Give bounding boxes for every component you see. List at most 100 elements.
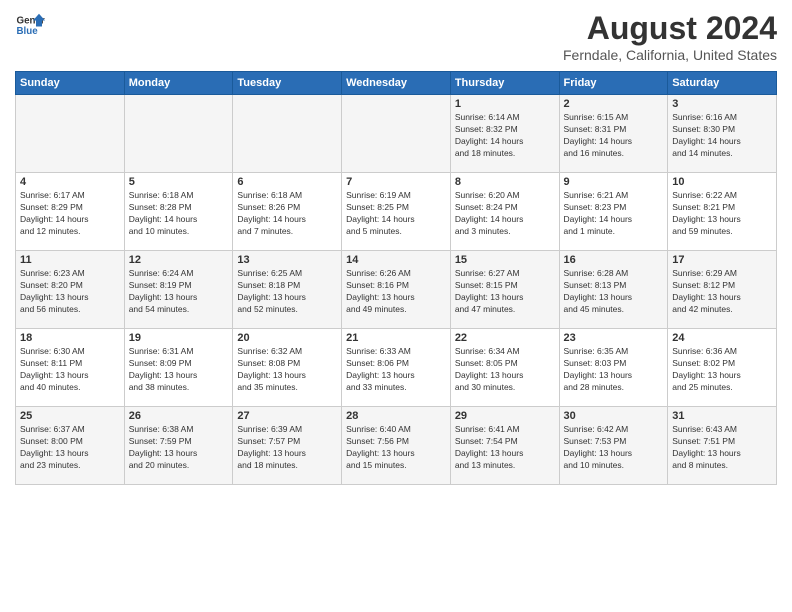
day-number: 30	[564, 410, 664, 422]
calendar-cell: 9Sunrise: 6:21 AM Sunset: 8:23 PM Daylig…	[559, 173, 668, 251]
day-of-week-header: Tuesday	[233, 72, 342, 95]
day-info: Sunrise: 6:33 AM Sunset: 8:06 PM Dayligh…	[346, 346, 446, 394]
day-info: Sunrise: 6:23 AM Sunset: 8:20 PM Dayligh…	[20, 268, 120, 316]
day-number: 18	[20, 332, 120, 344]
calendar-cell: 10 Sunrise: 6:22 AM Sunset: 8:21 PM Dayli…	[668, 173, 777, 251]
calendar-cell: 16 Sunrise: 6:28 AM Sunset: 8:13 PM Dayli…	[559, 251, 668, 329]
day-info: Sunrise: 6:35 AM Sunset: 8:03 PM Dayligh…	[564, 346, 664, 394]
day-info: Sunrise: 6:20 AM Sunset: 8:24 PM Dayligh…	[455, 190, 555, 238]
day-number: 7	[346, 176, 446, 188]
calendar-table: SundayMondayTuesdayWednesdayThursdayFrid…	[15, 71, 777, 485]
day-number: 13	[237, 254, 337, 266]
day-info: Sunrise: 6:39 AM Sunset: 7:57 PM Dayligh…	[237, 424, 337, 472]
day-number: 6	[237, 176, 337, 188]
day-number: 5	[129, 176, 229, 188]
calendar-cell: 1 Sunrise: 6:14 AM Sunset: 8:32 PM Daylig…	[450, 95, 559, 173]
day-info: Sunrise: 6:24 AM Sunset: 8:19 PM Dayligh…	[129, 268, 229, 316]
calendar-week-row: 4Sunrise: 6:17 AM Sunset: 8:29 PM Daylig…	[16, 173, 777, 251]
calendar-cell: 15 Sunrise: 6:27 AM Sunset: 8:15 PM Dayli…	[450, 251, 559, 329]
day-number: 10	[672, 176, 772, 188]
day-info: Sunrise: 6:38 AM Sunset: 7:59 PM Dayligh…	[129, 424, 229, 472]
calendar-cell: 4Sunrise: 6:17 AM Sunset: 8:29 PM Daylig…	[16, 173, 125, 251]
day-of-week-header: Saturday	[668, 72, 777, 95]
day-number: 2	[564, 98, 664, 110]
calendar-cell: 11 Sunrise: 6:23 AM Sunset: 8:20 PM Dayli…	[16, 251, 125, 329]
day-number: 29	[455, 410, 555, 422]
day-number: 22	[455, 332, 555, 344]
calendar-cell: 18 Sunrise: 6:30 AM Sunset: 8:11 PM Dayli…	[16, 329, 125, 407]
calendar-cell	[233, 95, 342, 173]
day-info: Sunrise: 6:32 AM Sunset: 8:08 PM Dayligh…	[237, 346, 337, 394]
calendar-cell: 17 Sunrise: 6:29 AM Sunset: 8:12 PM Dayli…	[668, 251, 777, 329]
calendar-cell	[342, 95, 451, 173]
day-of-week-header: Sunday	[16, 72, 125, 95]
day-info: Sunrise: 6:27 AM Sunset: 8:15 PM Dayligh…	[455, 268, 555, 316]
header-row: SundayMondayTuesdayWednesdayThursdayFrid…	[16, 72, 777, 95]
calendar-cell: 6Sunrise: 6:18 AM Sunset: 8:26 PM Daylig…	[233, 173, 342, 251]
day-info: Sunrise: 6:43 AM Sunset: 7:51 PM Dayligh…	[672, 424, 772, 472]
day-info: Sunrise: 6:18 AM Sunset: 8:28 PM Dayligh…	[129, 190, 229, 238]
calendar-cell: 12 Sunrise: 6:24 AM Sunset: 8:19 PM Dayli…	[124, 251, 233, 329]
day-info: Sunrise: 6:31 AM Sunset: 8:09 PM Dayligh…	[129, 346, 229, 394]
calendar-cell: 25 Sunrise: 6:37 AM Sunset: 8:00 PM Dayli…	[16, 407, 125, 485]
day-number: 11	[20, 254, 120, 266]
day-number: 16	[564, 254, 664, 266]
calendar-cell: 24Sunrise: 6:36 AM Sunset: 8:02 PM Dayli…	[668, 329, 777, 407]
calendar-cell: 2 Sunrise: 6:15 AM Sunset: 8:31 PM Daylig…	[559, 95, 668, 173]
calendar-cell: 19 Sunrise: 6:31 AM Sunset: 8:09 PM Dayli…	[124, 329, 233, 407]
calendar-cell: 29Sunrise: 6:41 AM Sunset: 7:54 PM Dayli…	[450, 407, 559, 485]
calendar-week-row: 25 Sunrise: 6:37 AM Sunset: 8:00 PM Dayli…	[16, 407, 777, 485]
calendar-cell: 31 Sunrise: 6:43 AM Sunset: 7:51 PM Dayli…	[668, 407, 777, 485]
calendar-cell: 3Sunrise: 6:16 AM Sunset: 8:30 PM Daylig…	[668, 95, 777, 173]
calendar-cell: 7Sunrise: 6:19 AM Sunset: 8:25 PM Daylig…	[342, 173, 451, 251]
day-number: 23	[564, 332, 664, 344]
calendar-week-row: 18 Sunrise: 6:30 AM Sunset: 8:11 PM Dayli…	[16, 329, 777, 407]
subtitle: Ferndale, California, United States	[563, 47, 777, 63]
day-info: Sunrise: 6:25 AM Sunset: 8:18 PM Dayligh…	[237, 268, 337, 316]
day-info: Sunrise: 6:14 AM Sunset: 8:32 PM Dayligh…	[455, 112, 555, 160]
day-number: 19	[129, 332, 229, 344]
day-number: 27	[237, 410, 337, 422]
calendar-cell: 14Sunrise: 6:26 AM Sunset: 8:16 PM Dayli…	[342, 251, 451, 329]
day-info: Sunrise: 6:37 AM Sunset: 8:00 PM Dayligh…	[20, 424, 120, 472]
calendar-cell: 21Sunrise: 6:33 AM Sunset: 8:06 PM Dayli…	[342, 329, 451, 407]
day-number: 28	[346, 410, 446, 422]
calendar-cell: 28 Sunrise: 6:40 AM Sunset: 7:56 PM Dayli…	[342, 407, 451, 485]
day-number: 31	[672, 410, 772, 422]
day-of-week-header: Wednesday	[342, 72, 451, 95]
day-of-week-header: Friday	[559, 72, 668, 95]
day-info: Sunrise: 6:16 AM Sunset: 8:30 PM Dayligh…	[672, 112, 772, 160]
day-info: Sunrise: 6:40 AM Sunset: 7:56 PM Dayligh…	[346, 424, 446, 472]
day-info: Sunrise: 6:17 AM Sunset: 8:29 PM Dayligh…	[20, 190, 120, 238]
day-of-week-header: Thursday	[450, 72, 559, 95]
day-number: 9	[564, 176, 664, 188]
calendar-cell: 27 Sunrise: 6:39 AM Sunset: 7:57 PM Dayli…	[233, 407, 342, 485]
day-number: 12	[129, 254, 229, 266]
day-info: Sunrise: 6:29 AM Sunset: 8:12 PM Dayligh…	[672, 268, 772, 316]
calendar-cell: 20Sunrise: 6:32 AM Sunset: 8:08 PM Dayli…	[233, 329, 342, 407]
day-info: Sunrise: 6:15 AM Sunset: 8:31 PM Dayligh…	[564, 112, 664, 160]
calendar-week-row: 1 Sunrise: 6:14 AM Sunset: 8:32 PM Daylig…	[16, 95, 777, 173]
day-number: 26	[129, 410, 229, 422]
day-info: Sunrise: 6:28 AM Sunset: 8:13 PM Dayligh…	[564, 268, 664, 316]
calendar-cell: 23 Sunrise: 6:35 AM Sunset: 8:03 PM Dayli…	[559, 329, 668, 407]
calendar-cell: 13 Sunrise: 6:25 AM Sunset: 8:18 PM Dayli…	[233, 251, 342, 329]
page-container: General Blue August 2024 Ferndale, Calif…	[0, 0, 792, 490]
day-info: Sunrise: 6:22 AM Sunset: 8:21 PM Dayligh…	[672, 190, 772, 238]
day-info: Sunrise: 6:30 AM Sunset: 8:11 PM Dayligh…	[20, 346, 120, 394]
day-number: 1	[455, 98, 555, 110]
day-number: 15	[455, 254, 555, 266]
calendar-cell: 26 Sunrise: 6:38 AM Sunset: 7:59 PM Dayli…	[124, 407, 233, 485]
logo-icon: General Blue	[15, 10, 45, 40]
day-number: 24	[672, 332, 772, 344]
calendar-week-row: 11 Sunrise: 6:23 AM Sunset: 8:20 PM Dayli…	[16, 251, 777, 329]
title-block: August 2024 Ferndale, California, United…	[563, 10, 777, 63]
calendar-cell	[16, 95, 125, 173]
calendar-cell: 8Sunrise: 6:20 AM Sunset: 8:24 PM Daylig…	[450, 173, 559, 251]
calendar-cell	[124, 95, 233, 173]
day-info: Sunrise: 6:34 AM Sunset: 8:05 PM Dayligh…	[455, 346, 555, 394]
logo: General Blue	[15, 10, 45, 40]
day-of-week-header: Monday	[124, 72, 233, 95]
day-number: 25	[20, 410, 120, 422]
day-number: 17	[672, 254, 772, 266]
